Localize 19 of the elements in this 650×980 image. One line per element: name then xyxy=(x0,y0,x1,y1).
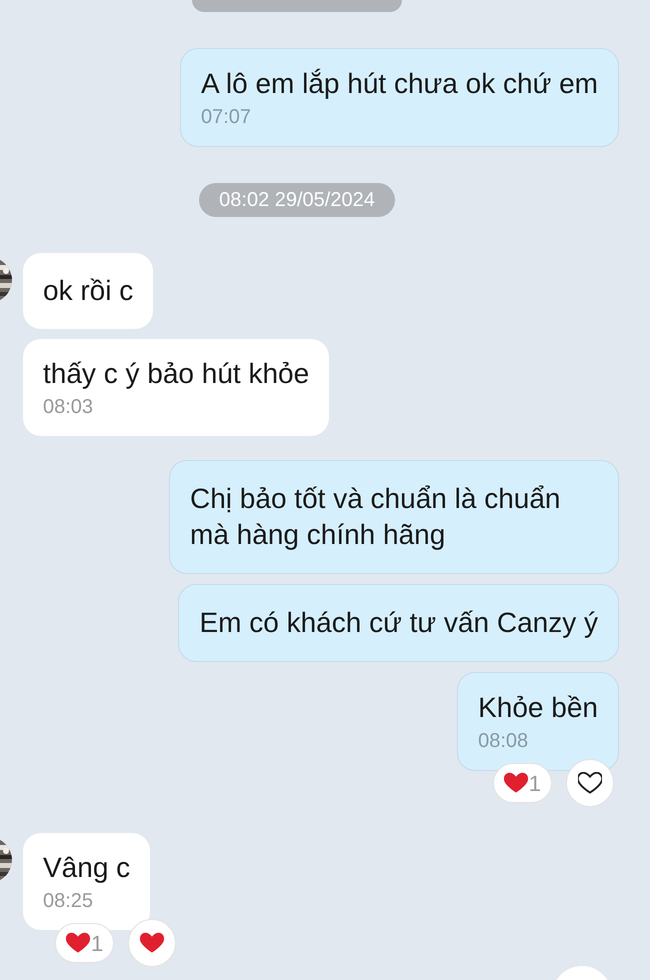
reaction-count[interactable]: 1 xyxy=(492,763,552,803)
reaction-count[interactable]: 1 xyxy=(55,923,114,963)
message-text: A lô em lắp hút chưa ok chứ em xyxy=(200,67,598,101)
message-time: 07:07 xyxy=(200,105,252,130)
heart-icon xyxy=(504,772,528,794)
message-time: 08:08 xyxy=(478,729,530,754)
message-text: Vâng c xyxy=(43,851,130,885)
message-text: ok rồi c xyxy=(43,274,134,308)
message-time: 08:03 xyxy=(43,395,94,420)
message-text: Chị bảo tốt và chuẩn là chuẩn mà hàng chính hãng xyxy=(190,482,562,552)
message-text: thấy c ý bảo hút khỏe xyxy=(43,357,310,391)
count-label: 1 xyxy=(91,930,104,958)
date-pill: 08:02 29/05/2024 xyxy=(199,183,395,217)
message-text: Khỏe bền xyxy=(478,691,598,725)
count-label: 1 xyxy=(528,770,541,798)
message-text: Em có khách cứ tư vấn Canzy ý xyxy=(199,606,598,640)
message-time: 08:25 xyxy=(43,889,94,914)
like-button[interactable] xyxy=(566,759,614,807)
heart-icon xyxy=(66,932,90,954)
